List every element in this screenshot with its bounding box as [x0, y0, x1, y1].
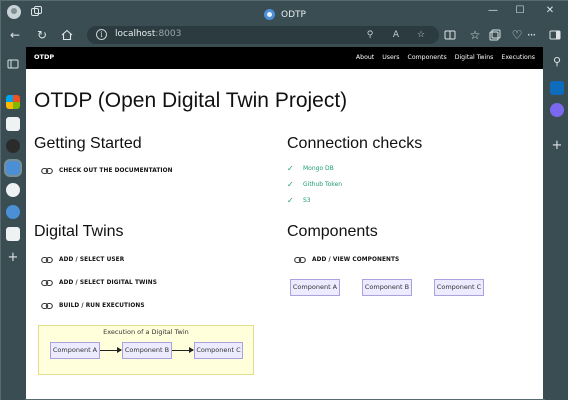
tab-actions-icon[interactable]	[6, 57, 20, 71]
title-bar: ODTP — ☐ ✕	[1, 1, 568, 23]
tab-icon-doc[interactable]	[6, 227, 20, 241]
link-icon	[41, 167, 53, 175]
vertical-tabs-bar: +	[1, 47, 25, 400]
diagram-node-c: Component C	[194, 342, 243, 359]
check-item-mongodb: ✓ Mongo DB	[287, 164, 334, 173]
close-button[interactable]: ✕	[539, 4, 561, 18]
nav-link-executions[interactable]: Executions	[501, 54, 535, 61]
address-bar[interactable]: i localhost:8003 ⚲ A ☆	[87, 26, 439, 44]
tab-icon-github[interactable]	[6, 139, 20, 153]
microsoft-tab-icon[interactable]	[6, 95, 20, 109]
link-icon	[41, 256, 53, 264]
check-icon: ✓	[287, 180, 294, 189]
check-item-github-token: ✓ Github Token	[287, 180, 343, 189]
documentation-link[interactable]: CHECK OUT THE DOCUMENTATION	[41, 167, 173, 175]
component-card-c[interactable]: Component C	[434, 279, 484, 296]
window-title: ODTP	[264, 9, 306, 20]
check-icon: ✓	[287, 164, 294, 173]
zoom-icon[interactable]: ⚲	[363, 28, 377, 42]
split-screen-icon[interactable]	[442, 27, 458, 43]
components-heading: Components	[287, 223, 378, 240]
refresh-icon[interactable]: ↻	[34, 27, 50, 43]
diagram-title: Execution of a Digital Twin	[103, 328, 189, 336]
nav-link-components[interactable]: Components	[408, 54, 447, 61]
nav-link-digital-twins[interactable]: Digital Twins	[455, 54, 494, 61]
link-icon	[41, 279, 53, 287]
favorites-icon[interactable]: ☆	[467, 27, 483, 43]
home-icon[interactable]	[59, 27, 75, 43]
site-info-icon[interactable]: i	[96, 29, 107, 40]
add-view-components-link[interactable]: ADD / VIEW COMPONENTS	[294, 256, 399, 264]
add-select-user-link[interactable]: ADD / SELECT USER	[41, 256, 124, 264]
browser-window: ODTP — ☐ ✕ ← ↻ i localhost:8003 ⚲ A ☆ ☆ …	[0, 0, 568, 400]
star-icon[interactable]: ☆	[414, 28, 428, 42]
site-nav-links: About Users Components Digital Twins Exe…	[356, 54, 535, 61]
page-viewport: OTDP About Users Components Digital Twin…	[26, 47, 543, 399]
page-title: OTDP (Open Digital Twin Project)	[34, 89, 348, 112]
tab-icon-note[interactable]	[6, 117, 20, 131]
site-brand[interactable]: OTDP	[34, 53, 54, 61]
component-card-b[interactable]: Component B	[362, 279, 412, 296]
copilot-icon[interactable]	[550, 103, 564, 117]
read-aloud-icon[interactable]: A	[389, 28, 403, 42]
edge-sidebar: ⚲ +	[545, 47, 568, 400]
component-card-a[interactable]: Component A	[290, 279, 340, 296]
sidebar-toggle-icon[interactable]	[547, 27, 563, 43]
diagram-arrow-b-c	[172, 347, 194, 353]
getting-started-heading: Getting Started	[34, 135, 142, 152]
connection-checks-heading: Connection checks	[287, 135, 423, 152]
collections-icon[interactable]	[487, 27, 503, 43]
site-navbar: OTDP About Users Components Digital Twin…	[26, 47, 543, 69]
digital-twins-heading: Digital Twins	[34, 223, 124, 240]
tab-icon-odtp-active[interactable]	[6, 161, 20, 175]
tab-icon-globe[interactable]	[6, 205, 20, 219]
browser-toolbar: ← ↻ i localhost:8003 ⚲ A ☆ ☆ ♡ ···	[1, 23, 568, 47]
window-title-text: ODTP	[281, 9, 306, 20]
address-url[interactable]: localhost:8003	[115, 29, 181, 39]
build-run-executions-link[interactable]: BUILD / RUN EXECUTIONS	[41, 302, 145, 310]
nav-link-users[interactable]: Users	[382, 54, 399, 61]
link-icon	[41, 302, 53, 310]
add-select-digital-twins-link[interactable]: ADD / SELECT DIGITAL TWINS	[41, 279, 157, 287]
check-icon: ✓	[287, 196, 294, 205]
link-icon	[294, 256, 306, 264]
diagram-node-a: Component A	[50, 342, 100, 359]
add-sidebar-app-icon[interactable]: +	[550, 139, 564, 153]
search-icon[interactable]: ⚲	[550, 55, 564, 69]
new-tab-icon[interactable]: +	[6, 251, 20, 265]
execution-diagram: Execution of a Digital Twin Component A …	[38, 325, 254, 375]
diagram-arrow-a-b	[100, 347, 122, 353]
back-arrow-icon[interactable]: ←	[7, 27, 23, 43]
diagram-node-b: Component B	[122, 342, 172, 359]
minimize-button[interactable]: —	[482, 4, 504, 18]
site-favicon-icon	[264, 9, 276, 20]
more-menu-button[interactable]: ···	[523, 27, 539, 43]
tab-icon-link[interactable]	[6, 183, 20, 197]
check-item-s3: ✓ S3	[287, 196, 311, 205]
nav-link-about[interactable]: About	[356, 54, 374, 61]
documentation-link-label: CHECK OUT THE DOCUMENTATION	[59, 168, 173, 174]
outlook-icon[interactable]	[550, 81, 564, 95]
maximize-button[interactable]: ☐	[509, 4, 531, 18]
